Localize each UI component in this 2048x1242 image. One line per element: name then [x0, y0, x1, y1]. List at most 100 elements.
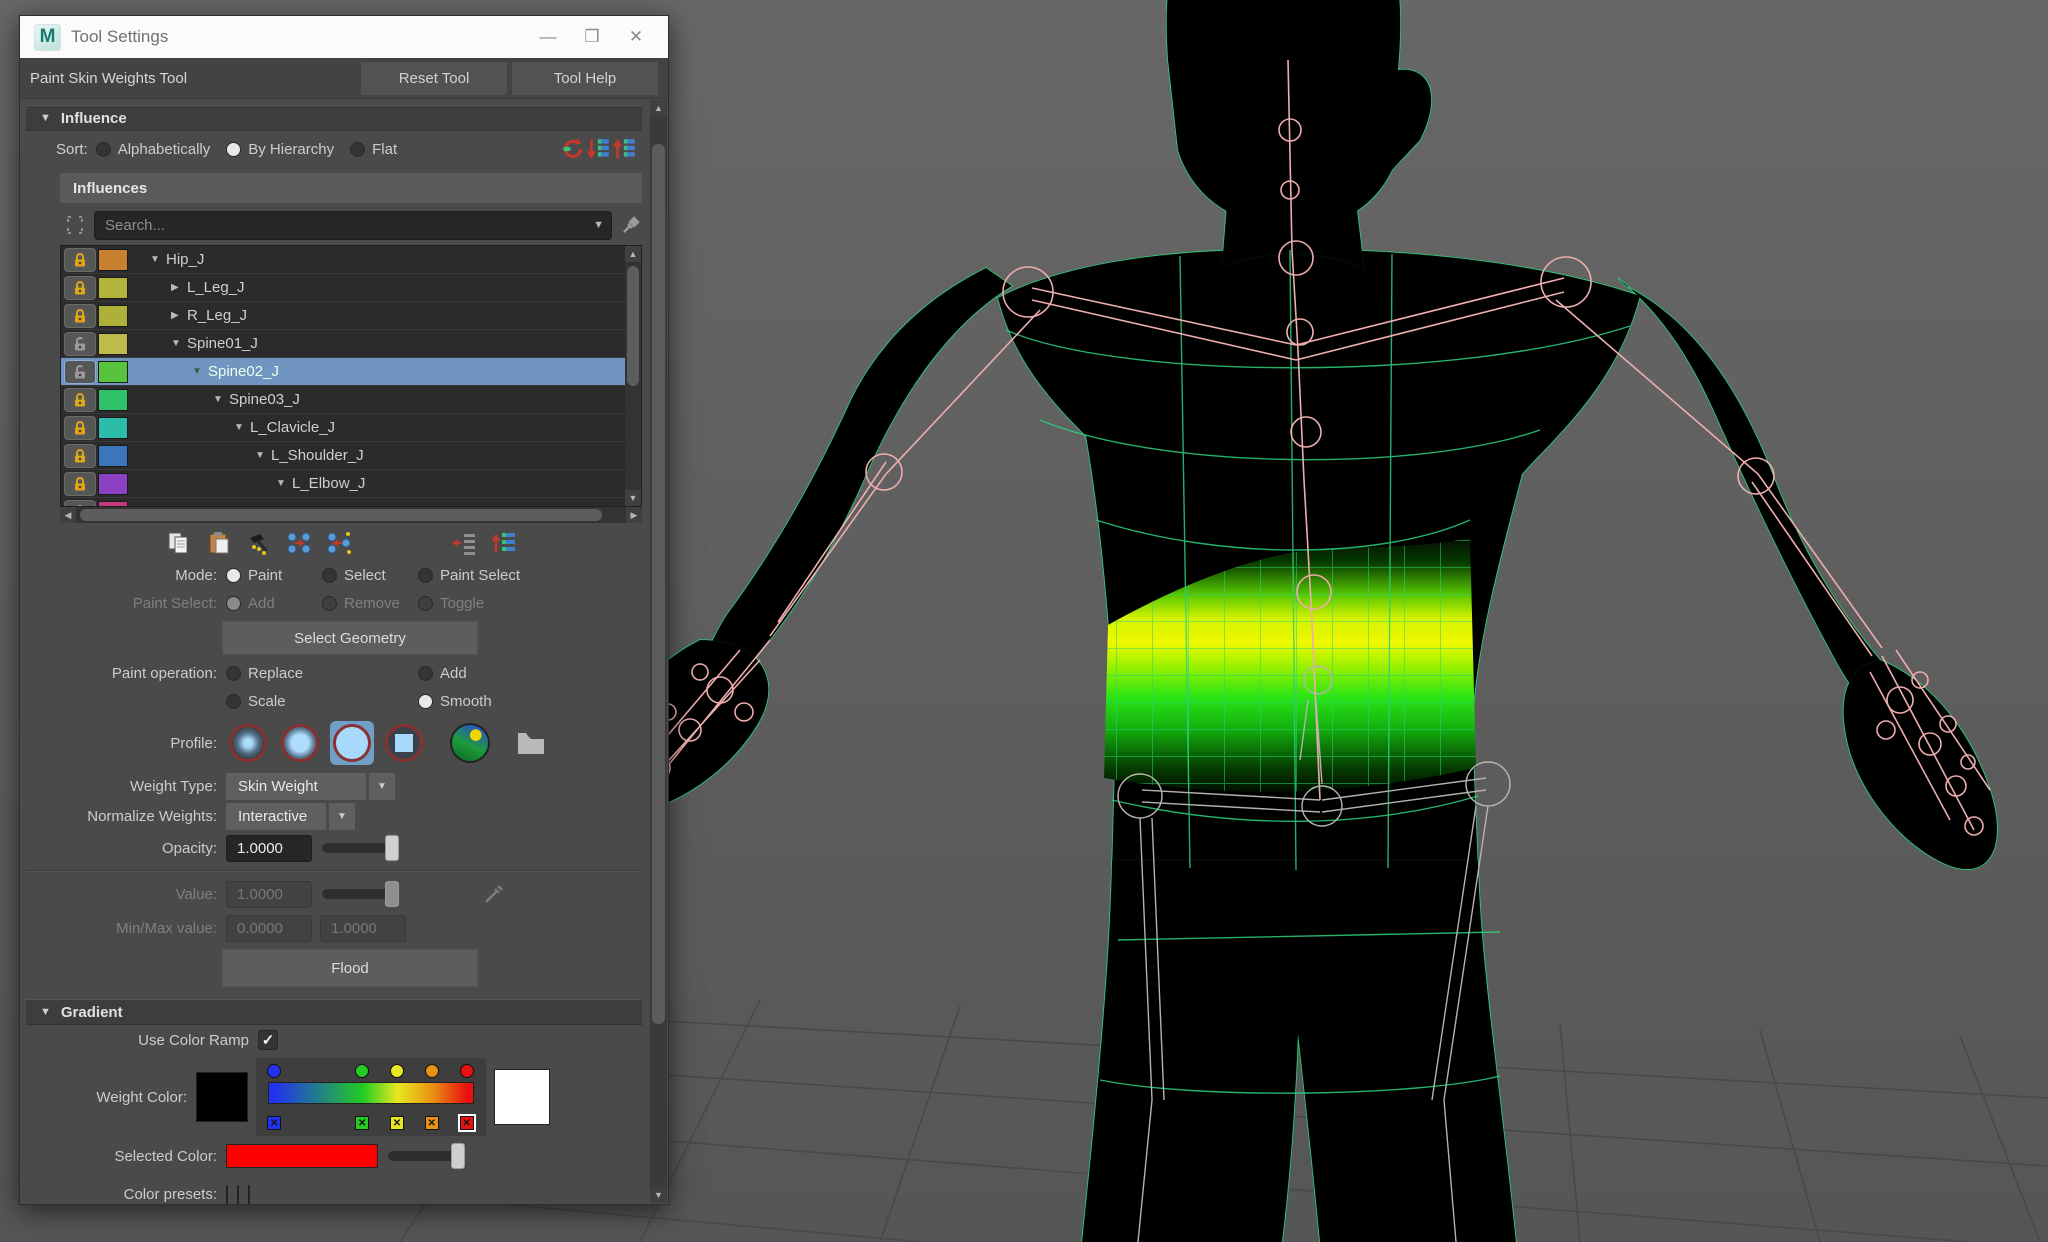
- scrollbar-thumb[interactable]: [627, 266, 639, 386]
- selected-color-swatch[interactable]: [226, 1144, 378, 1168]
- tree-expand-icon[interactable]: ▼: [276, 478, 292, 489]
- paint-op-replace-option[interactable]: Replace: [226, 665, 418, 682]
- ramp-stop-handle[interactable]: [390, 1064, 404, 1078]
- joint-row[interactable]: ▼ Spine02_J: [61, 358, 625, 386]
- sort-flat-option[interactable]: Flat: [350, 141, 397, 158]
- color-ramp-bar[interactable]: [268, 1082, 474, 1104]
- tree-expand-icon[interactable]: ▼: [255, 450, 271, 461]
- slider-handle[interactable]: [385, 835, 399, 861]
- maximize-button[interactable]: ❒: [570, 22, 614, 52]
- joint-color-swatch[interactable]: [98, 305, 128, 327]
- brush-soft-icon[interactable]: [278, 721, 322, 765]
- brush-square-icon[interactable]: [382, 721, 426, 765]
- copy-weights-icon[interactable]: [166, 530, 192, 556]
- tree-expand-icon[interactable]: ▼: [192, 366, 208, 377]
- minimize-button[interactable]: —: [526, 22, 570, 52]
- weight-color-high-swatch[interactable]: [494, 1069, 550, 1125]
- joint-row[interactable]: ▼ L_Clavicle_J: [61, 414, 625, 442]
- tool-help-button[interactable]: Tool Help: [512, 62, 658, 95]
- joint-row[interactable]: ▶ R_Leg_J: [61, 302, 625, 330]
- titlebar[interactable]: M Tool Settings — ❒ ✕: [20, 16, 668, 58]
- joint-row[interactable]: ▼ Spine01_J: [61, 330, 625, 358]
- ramp-stop-handle[interactable]: [425, 1064, 439, 1078]
- gradient-section-header[interactable]: ▼ Gradient: [26, 999, 642, 1025]
- panel-vertical-scrollbar[interactable]: ▲ ▼: [650, 100, 667, 1203]
- weight-color-low-swatch[interactable]: [196, 1072, 248, 1122]
- joint-color-swatch[interactable]: [98, 277, 128, 299]
- normalize-weights-dropdown[interactable]: Interactive ▼: [226, 803, 355, 830]
- ramp-stop-delete[interactable]: ✕: [355, 1116, 369, 1130]
- ramp-stop-delete[interactable]: ✕: [390, 1116, 404, 1130]
- scroll-right-icon[interactable]: ▶: [626, 507, 642, 523]
- color-ramp-widget[interactable]: ✕✕✕✕✕: [256, 1058, 486, 1136]
- tree-expand-icon[interactable]: ▼: [213, 394, 229, 405]
- tree-expand-icon[interactable]: ▶: [171, 310, 187, 321]
- brush-image-sphere-icon[interactable]: [448, 721, 492, 765]
- joint-row[interactable]: ▼ L_Elbow_J: [61, 470, 625, 498]
- refresh-influences-icon[interactable]: [560, 136, 586, 162]
- brush-solid-icon[interactable]: [330, 721, 374, 765]
- sort-alphabetically-option[interactable]: Alphabetically: [96, 141, 211, 158]
- joint-color-swatch[interactable]: [98, 249, 128, 271]
- joint-color-swatch[interactable]: [98, 445, 128, 467]
- search-dropdown-arrow[interactable]: ▼: [593, 219, 604, 231]
- lock-icon[interactable]: [64, 332, 96, 356]
- lock-icon[interactable]: [64, 276, 96, 300]
- color-preset-button[interactable]: [237, 1185, 239, 1204]
- scroll-up-icon[interactable]: ▲: [625, 246, 641, 262]
- move-weights-left-icon[interactable]: [326, 530, 352, 556]
- sort-list-up-icon[interactable]: [612, 136, 638, 162]
- joint-color-swatch[interactable]: [98, 389, 128, 411]
- joint-list-horizontal-scrollbar[interactable]: ◀ ▶: [60, 507, 642, 523]
- color-preset-button[interactable]: [226, 1185, 228, 1204]
- copy-influence-list-icon[interactable]: [452, 530, 478, 556]
- opacity-field[interactable]: 1.0000: [226, 835, 312, 862]
- slider-handle[interactable]: [451, 1143, 465, 1169]
- ramp-stop-handle[interactable]: [355, 1064, 369, 1078]
- ramp-stop-delete[interactable]: ✕: [425, 1116, 439, 1130]
- selection-brackets-icon[interactable]: [64, 214, 86, 236]
- ramp-stop-handle[interactable]: [460, 1064, 474, 1078]
- opacity-slider[interactable]: [322, 843, 396, 853]
- paint-op-scale-option[interactable]: Scale: [226, 693, 418, 710]
- tree-expand-icon[interactable]: ▶: [171, 282, 187, 293]
- ramp-stop-handle[interactable]: [267, 1064, 281, 1078]
- influence-section-header[interactable]: ▼ Influence: [26, 105, 642, 131]
- scroll-down-icon[interactable]: ▼: [650, 1187, 667, 1203]
- color-preset-button[interactable]: [248, 1185, 250, 1204]
- pin-icon[interactable]: [620, 214, 642, 236]
- mode-paint-option[interactable]: Paint: [226, 567, 322, 584]
- paint-op-add-option[interactable]: Add: [418, 665, 467, 682]
- lock-icon[interactable]: [64, 472, 96, 496]
- scroll-left-icon[interactable]: ◀: [60, 507, 76, 523]
- joint-row[interactable]: [61, 498, 625, 507]
- scrollbar-thumb[interactable]: [80, 509, 602, 521]
- paste-weights-icon[interactable]: [206, 530, 232, 556]
- weight-type-dropdown[interactable]: Skin Weight ▼: [226, 773, 395, 800]
- tree-expand-icon[interactable]: ▼: [171, 338, 187, 349]
- joint-color-swatch[interactable]: [98, 361, 128, 383]
- selected-color-slider[interactable]: [388, 1151, 462, 1161]
- joint-row[interactable]: ▼ Spine03_J: [61, 386, 625, 414]
- ramp-stop-delete[interactable]: ✕: [460, 1116, 474, 1130]
- folder-icon[interactable]: [516, 730, 546, 756]
- mode-paint-select-option[interactable]: Paint Select: [418, 567, 520, 584]
- joint-color-swatch[interactable]: [98, 417, 128, 439]
- joint-row[interactable]: ▼ L_Shoulder_J: [61, 442, 625, 470]
- joint-color-swatch[interactable]: [98, 333, 128, 355]
- close-button[interactable]: ✕: [614, 22, 658, 52]
- lock-icon[interactable]: [64, 444, 96, 468]
- lock-icon[interactable]: [64, 304, 96, 328]
- joint-row[interactable]: ▶ L_Leg_J: [61, 274, 625, 302]
- sort-by-hierarchy-option[interactable]: By Hierarchy: [226, 141, 334, 158]
- paint-op-smooth-option[interactable]: Smooth: [418, 693, 492, 710]
- select-geometry-button[interactable]: Select Geometry: [222, 621, 478, 655]
- lock-icon[interactable]: [64, 360, 96, 384]
- joint-list-vertical-scrollbar[interactable]: ▲ ▼: [625, 246, 641, 506]
- scroll-down-icon[interactable]: ▼: [625, 490, 641, 506]
- scroll-up-icon[interactable]: ▲: [650, 100, 667, 116]
- tree-expand-icon[interactable]: ▼: [150, 254, 166, 265]
- lock-icon[interactable]: [64, 248, 96, 272]
- lock-icon[interactable]: [64, 500, 96, 508]
- scrollbar-thumb[interactable]: [652, 144, 665, 1024]
